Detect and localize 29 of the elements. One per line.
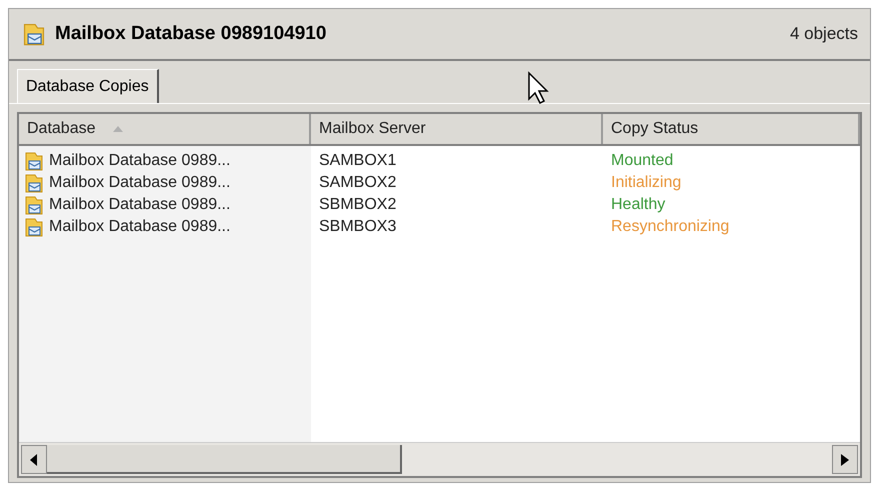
table-row[interactable]: Mailbox Database 0989... SBMBOX3 Resynchronizing — [19, 216, 860, 238]
object-count: 4 objects — [790, 23, 858, 46]
scroll-thumb[interactable] — [47, 445, 402, 474]
copy-status: Resynchronizing — [610, 217, 730, 237]
panel-title: Mailbox Database 0989104910 — [55, 22, 326, 46]
scroll-right-button[interactable] — [832, 445, 858, 474]
tab[interactable]: Database Copies — [17, 69, 159, 103]
table-row[interactable]: Mailbox Database 0989... SAMBOX1 Mounted — [19, 150, 860, 172]
database-name: Mailbox Database 0989... — [49, 151, 230, 171]
database-name: Mailbox Database 0989... — [49, 217, 230, 237]
copy-status: Healthy — [610, 195, 666, 215]
server-name: SBMBOX2 — [318, 195, 398, 215]
database-name: Mailbox Database 0989... — [49, 173, 230, 193]
server-name: SBMBOX3 — [318, 217, 398, 237]
sort-ascending-icon — [112, 125, 124, 133]
copy-status: Mounted — [610, 151, 674, 171]
column-header[interactable]: Mailbox Server — [311, 114, 603, 144]
copy-status: Initializing — [610, 173, 682, 193]
scroll-left-button[interactable] — [21, 445, 47, 474]
right-arrow-icon — [841, 454, 849, 466]
server-name: SAMBOX1 — [318, 151, 398, 171]
column-header[interactable]: Copy Status — [603, 114, 860, 144]
database-name: Mailbox Database 0989... — [49, 195, 230, 215]
server-name: SAMBOX2 — [318, 173, 398, 193]
column-header[interactable]: Database — [19, 114, 311, 144]
left-arrow-icon — [30, 454, 38, 466]
table-row[interactable]: Mailbox Database 0989... SBMBOX2 Healthy — [19, 194, 860, 216]
table-row[interactable]: Mailbox Database 0989... SAMBOX2 Initializing — [19, 172, 860, 194]
horizontal-scrollbar[interactable] — [19, 442, 860, 476]
